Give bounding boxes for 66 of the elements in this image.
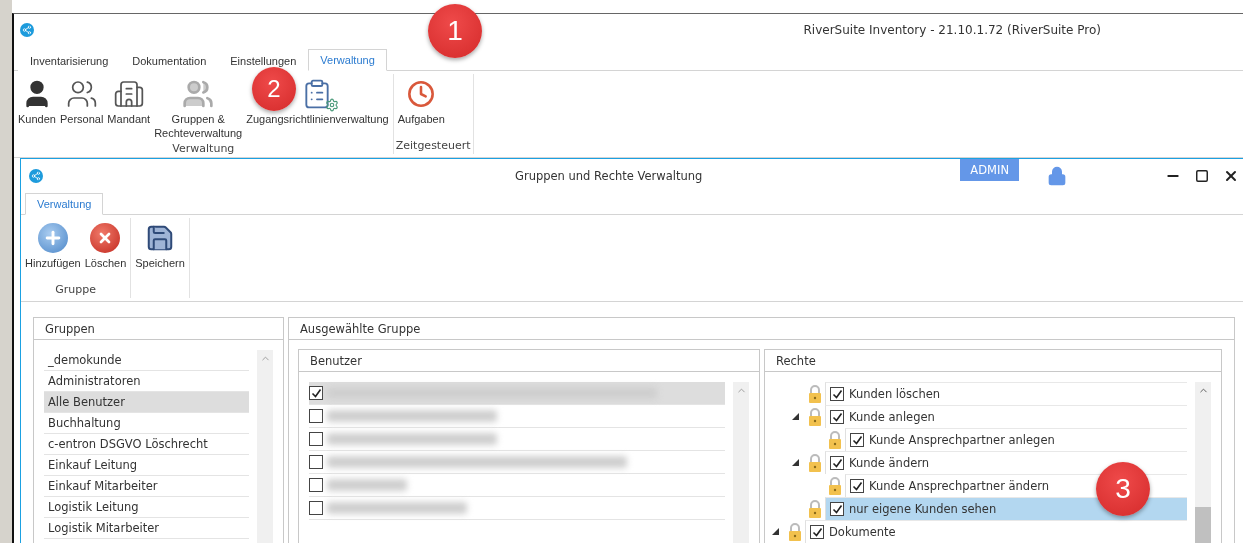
- checkbox[interactable]: [830, 456, 844, 470]
- panel-title: Rechte: [765, 350, 1221, 372]
- close-icon: [90, 223, 121, 253]
- building-icon: [112, 78, 145, 110]
- checkbox[interactable]: [309, 386, 323, 400]
- expander-icon[interactable]: [771, 528, 779, 535]
- ribbon-button[interactable]: Gruppen & Rechteverwaltung: [152, 74, 245, 142]
- ribbon-button[interactable]: Aufgaben: [395, 74, 447, 128]
- step-marker: 3: [1096, 462, 1150, 516]
- ribbon-button[interactable]: Hinzufügen: [23, 218, 83, 272]
- panel-title: Benutzer: [299, 350, 759, 372]
- ribbon-button[interactable]: Mandant: [105, 74, 153, 128]
- tree-item[interactable]: Dokumente: [805, 520, 1187, 543]
- ribbon-button[interactable]: Speichern: [133, 218, 187, 272]
- dialog-title: Gruppen und Rechte Verwaltung: [515, 168, 703, 183]
- lock-icon: [808, 499, 822, 518]
- tree-item[interactable]: Kunden löschen: [825, 382, 1187, 405]
- ribbon-button[interactable]: Personal: [57, 74, 106, 128]
- checkbox[interactable]: [309, 409, 323, 423]
- checkbox[interactable]: [309, 501, 323, 515]
- lock-icon: [808, 384, 822, 403]
- group-label: Verwaltung: [171, 142, 236, 157]
- plus-icon: [37, 223, 68, 253]
- checkbox[interactable]: [810, 525, 824, 539]
- lock-icon: [828, 476, 842, 495]
- checkbox[interactable]: [830, 502, 844, 516]
- tree-item[interactable]: Kunde anlegen: [825, 405, 1187, 428]
- people-icon: [65, 78, 98, 110]
- panel-title: Gruppen: [34, 318, 283, 340]
- lock-icon: [808, 453, 822, 472]
- clock-icon: [407, 80, 436, 108]
- group-label: Gruppe: [54, 283, 97, 298]
- scrollbar[interactable]: [257, 350, 273, 543]
- lock-icon: [1047, 165, 1067, 186]
- ribbon-button[interactable]: Kunden: [16, 74, 58, 128]
- list-item[interactable]: Alle Benutzer: [44, 392, 249, 413]
- checkbox[interactable]: [309, 478, 323, 492]
- panel-title: Ausgewählte Gruppe: [289, 318, 1234, 340]
- step-marker: 2: [252, 67, 296, 111]
- ribbon-button[interactable]: Löschen: [82, 218, 129, 272]
- checkbox[interactable]: [309, 432, 323, 446]
- lock-icon: [788, 522, 802, 541]
- lock-icon: [808, 407, 822, 426]
- checkbox[interactable]: [830, 387, 844, 401]
- step-marker: 1: [428, 4, 482, 58]
- people-icon: [182, 78, 215, 110]
- share-icon: [29, 168, 43, 183]
- lock-icon: [828, 430, 842, 449]
- checkbox[interactable]: [830, 410, 844, 424]
- scrollbar[interactable]: [733, 382, 749, 543]
- scrollbar-thumb[interactable]: [1195, 507, 1211, 543]
- tree-item[interactable]: Kunde Ansprechpartner anlegen: [845, 428, 1187, 451]
- tab[interactable]: Verwaltung: [25, 193, 104, 215]
- checkbox[interactable]: [309, 455, 323, 469]
- checkbox[interactable]: [850, 433, 864, 447]
- tab[interactable]: Verwaltung: [308, 49, 387, 71]
- group-label: Zeitgesteuert: [395, 139, 471, 154]
- share-icon: [20, 23, 34, 37]
- tree-item[interactable]: nur eigene Kunden sehen: [825, 497, 1187, 520]
- window-title: RiverSuite Inventory - 21.10.1.72 (RiverSuite Pro): [803, 23, 1101, 37]
- scrollbar[interactable]: [1195, 382, 1211, 543]
- expander-icon[interactable]: [791, 413, 799, 420]
- maximize-icon[interactable]: [1195, 168, 1209, 183]
- checkbox[interactable]: [850, 479, 864, 493]
- expander-icon[interactable]: [791, 459, 799, 466]
- role-badge: ADMIN: [960, 159, 1019, 181]
